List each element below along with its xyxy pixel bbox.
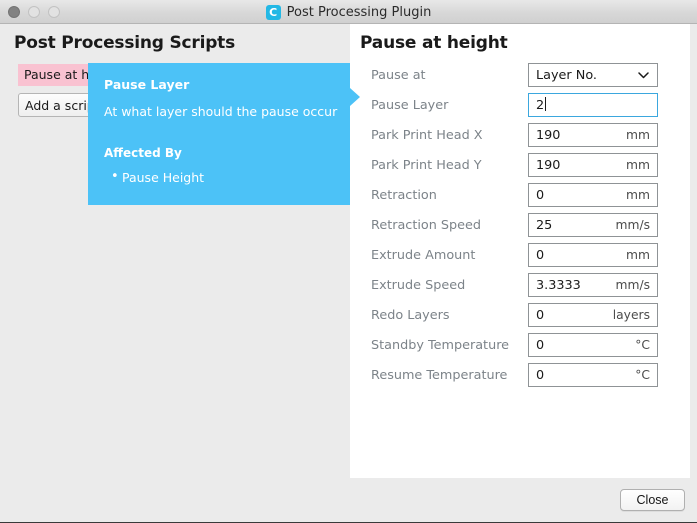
settings-form: Pause atLayer No.Pause Layer2Park Print … [350,60,690,390]
field-value: 0 [529,338,635,353]
field-value: Layer No. [529,68,638,83]
form-row: Redo Layers0layers [350,300,690,330]
field-value: 190 [529,128,626,143]
tooltip-affected-by-heading: Affected By [104,146,334,160]
field-label: Pause Layer [350,98,528,113]
field-unit: mm/s [615,278,657,292]
dialog-footer: Close [0,478,697,523]
field-label: Retraction [350,188,528,203]
text-input[interactable]: 0°C [528,333,658,357]
field-value: 2 [529,97,657,113]
chevron-down-icon[interactable] [638,72,657,79]
field-value: 190 [529,158,626,173]
tooltip-pointer-icon [350,88,360,106]
field-value: 0 [529,188,626,203]
field-unit: mm [626,188,657,202]
text-input[interactable]: 190mm [528,123,658,147]
text-input[interactable]: 3.3333mm/s [528,273,658,297]
tooltip-description: At what layer should the pause occur [104,104,334,120]
field-value: 0 [529,248,626,263]
cura-logo-icon [266,5,281,20]
form-row: Park Print Head X190mm [350,120,690,150]
settings-panel: Pause at height Pause atLayer No.Pause L… [350,24,690,478]
field-label: Extrude Speed [350,278,528,293]
field-label: Park Print Head X [350,128,528,143]
field-unit: mm [626,248,657,262]
field-label: Resume Temperature [350,368,528,383]
tooltip-title: Pause Layer [104,77,334,92]
text-input[interactable]: 0layers [528,303,658,327]
window-title-group: Post Processing Plugin [0,0,697,24]
form-row: Pause Layer2 [350,90,690,120]
field-value: 0 [529,368,635,383]
field-value: 0 [529,308,613,323]
text-input[interactable]: 190mm [528,153,658,177]
field-label: Pause at [350,68,528,83]
form-row: Retraction0mm [350,180,690,210]
text-input[interactable]: 0°C [528,363,658,387]
form-row: Standby Temperature0°C [350,330,690,360]
field-unit: layers [613,308,657,322]
field-label: Extrude Amount [350,248,528,263]
field-unit: mm/s [615,218,657,232]
text-input[interactable]: 25mm/s [528,213,658,237]
field-label: Park Print Head Y [350,158,528,173]
text-input[interactable]: 2 [528,93,658,117]
text-input[interactable]: 0mm [528,183,658,207]
settings-panel-heading: Pause at height [360,33,508,53]
tooltip: Pause Layer At what layer should the pau… [88,63,350,205]
form-row: Park Print Head Y190mm [350,150,690,180]
field-value: 25 [529,218,615,233]
scripts-panel-heading: Post Processing Scripts [14,33,235,53]
close-button[interactable]: Close [620,489,685,511]
field-value: 3.3333 [529,278,615,293]
list-item: Pause Height [122,170,334,185]
form-row: Retraction Speed25mm/s [350,210,690,240]
select-field[interactable]: Layer No. [528,63,658,87]
field-label: Retraction Speed [350,218,528,233]
field-unit: °C [635,338,657,352]
window-title: Post Processing Plugin [287,5,432,20]
form-row: Resume Temperature0°C [350,360,690,390]
field-label: Redo Layers [350,308,528,323]
form-row: Extrude Amount0mm [350,240,690,270]
post-processing-plugin-window: Post Processing Plugin Post Processing S… [0,0,697,523]
text-caret [545,97,546,111]
field-unit: mm [626,158,657,172]
form-row: Pause atLayer No. [350,60,690,90]
text-input[interactable]: 0mm [528,243,658,267]
field-label: Standby Temperature [350,338,528,353]
field-unit: mm [626,128,657,142]
field-unit: °C [635,368,657,382]
form-row: Extrude Speed3.3333mm/s [350,270,690,300]
tooltip-affected-by-list: Pause Height [104,170,334,185]
window-titlebar: Post Processing Plugin [0,0,697,24]
